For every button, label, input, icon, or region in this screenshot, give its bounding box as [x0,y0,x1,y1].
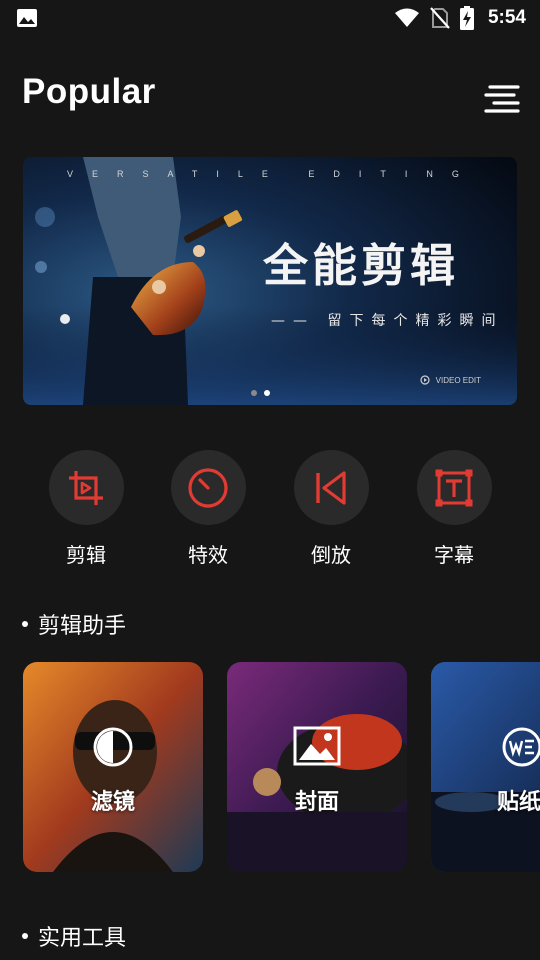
assistant-cards: 滤镜 封面 贴纸 [23,662,540,872]
no-sim-icon [430,7,450,29]
tool-reverse[interactable]: 倒放 [281,450,381,568]
card-label: 贴纸 [497,790,540,815]
section-heading-utilities: 实用工具 [22,920,126,952]
card-label: 封面 [294,790,339,815]
tool-label: 剪辑 [66,543,106,567]
status-time: 5:54 [487,7,526,28]
card-label: 滤镜 [90,790,135,815]
promo-banner[interactable]: VERSATILE EDITING 全能剪辑 —— 留下每个精彩瞬间 VIDEO… [23,157,517,405]
crop-play-icon [69,470,103,505]
rewind-icon [316,470,346,505]
wifi-icon [394,8,419,27]
status-bar: 5:54 [0,0,540,36]
battery-charging-icon [459,6,474,30]
banner-tagline: VERSATILE EDITING [67,169,478,179]
tool-effects[interactable]: 特效 [158,450,258,568]
card-sticker[interactable]: 贴纸 [431,662,540,872]
we-badge-icon [502,727,540,767]
bullet-dot [22,933,28,939]
bullet-dot [22,621,28,627]
tool-edit[interactable]: 剪辑 [36,450,136,568]
card-cover-background [227,662,407,872]
section-title: 实用工具 [38,926,127,951]
banner-subtitle: —— 留下每个精彩瞬间 [271,313,504,329]
card-filter[interactable]: 滤镜 [23,662,203,872]
status-icons: 5:54 [394,6,526,30]
banner-dot[interactable] [251,390,257,396]
card-cover[interactable]: 封面 [227,662,407,872]
section-title: 剪辑助手 [38,614,127,639]
timer-icon [188,467,228,508]
feature-tools: 剪辑 特效 倒放 字幕 [0,450,540,570]
logo-icon [420,375,430,385]
banner-brand: VIDEO EDIT [420,375,481,385]
tool-label: 倒放 [311,543,351,567]
text-box-icon [435,469,473,506]
filter-icon [93,727,133,767]
banner-brand-text: VIDEO EDIT [435,375,481,385]
tool-subtitles[interactable]: 字幕 [404,450,504,568]
tool-label: 特效 [188,543,228,567]
menu-icon[interactable] [484,84,520,114]
banner-dot-active[interactable] [264,390,270,396]
section-heading-assistant: 剪辑助手 [22,608,126,640]
page-title: Popular [22,72,156,111]
image-icon [293,726,341,766]
tool-label: 字幕 [434,543,474,567]
banner-pagination [251,390,270,396]
banner-title: 全能剪辑 [263,239,460,292]
gallery-icon [17,9,37,27]
